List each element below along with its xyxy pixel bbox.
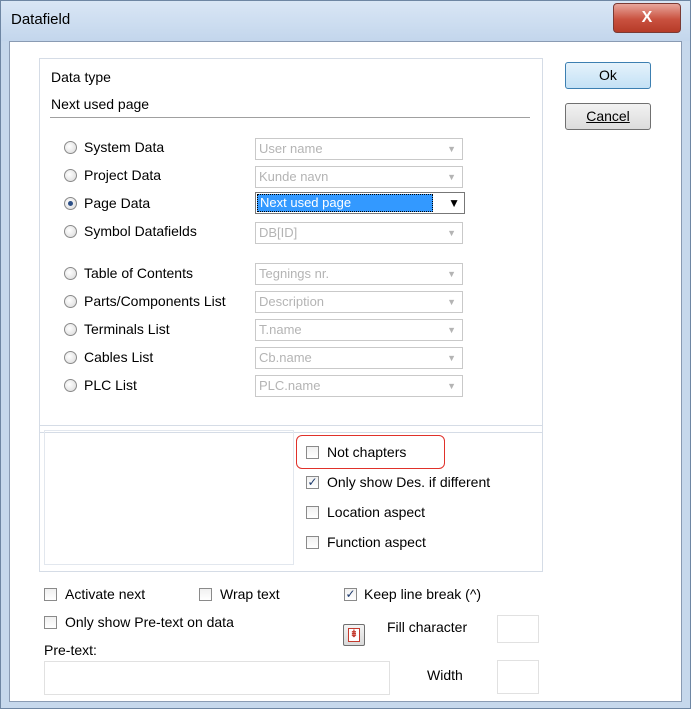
width-field[interactable] [497,660,539,694]
not-chapters-checkbox[interactable] [306,446,319,459]
terminals-list-combo-value: T.name [259,322,302,337]
system-data-combo-value: User name [259,141,323,156]
activate-next-checkbox[interactable] [44,588,57,601]
chevron-down-icon: ▼ [447,269,456,279]
radio-terminals-list[interactable] [64,323,77,336]
radio-plc-list[interactable] [64,379,77,392]
plc-list-combo-value: PLC.name [259,378,321,393]
wrap-text-label: Wrap text [220,586,280,602]
cables-list-combo-value: Cb.name [259,350,312,365]
radio-symbol-datafields-label: Symbol Datafields [84,223,197,239]
radio-page-data-label: Page Data [84,195,151,211]
activate-next-label: Activate next [65,586,146,602]
fill-character-icon: ⇟ [348,628,360,642]
dialog-body: Ok Cancel Data type Next used page Syste… [9,41,682,702]
radio-plc-list-label: PLC List [84,377,137,393]
radio-parts-components-list[interactable] [64,295,77,308]
page-data-combo[interactable]: Next used page ▼ [255,192,465,214]
fill-character-label: Fill character [387,619,468,635]
radio-terminals-list-label: Terminals List [84,321,170,337]
radio-project-data-label: Project Data [84,167,162,183]
width-label: Width [427,667,463,683]
keep-line-break-label: Keep line break (^) [364,586,482,602]
close-icon: X [641,9,653,26]
chevron-down-icon: ▼ [447,228,456,238]
only-show-des-label: Only show Des. if different [327,474,491,490]
function-aspect-checkbox[interactable] [306,536,319,549]
plc-list-combo[interactable]: PLC.name ▼ [255,375,463,397]
project-data-combo[interactable]: Kunde navn ▼ [255,166,463,188]
options-empty-panel [44,430,294,565]
radio-table-of-contents-label: Table of Contents [84,265,193,281]
table-of-contents-combo[interactable]: Tegnings nr. ▼ [255,263,463,285]
close-button[interactable]: X [613,3,681,33]
page-data-combo-value: Next used page [257,194,433,212]
only-show-pretext-checkbox[interactable] [44,616,57,629]
system-data-combo[interactable]: User name ▼ [255,138,463,160]
pre-text-field[interactable] [44,661,390,695]
data-type-value: Next used page [51,96,150,112]
parts-components-combo-value: Description [259,294,325,309]
fill-character-button[interactable]: ⇟ [343,624,365,646]
parts-components-combo[interactable]: Description ▼ [255,291,463,313]
terminals-list-combo[interactable]: T.name ▼ [255,319,463,341]
function-aspect-label: Function aspect [327,534,426,550]
location-aspect-checkbox[interactable] [306,506,319,519]
radio-cables-list-label: Cables List [84,349,154,365]
chevron-down-icon: ▼ [447,297,456,307]
radio-symbol-datafields[interactable] [64,225,77,238]
wrap-text-checkbox[interactable] [199,588,212,601]
location-aspect-label: Location aspect [327,504,426,520]
symbol-datafields-combo[interactable]: DB[ID] ▼ [255,222,463,244]
ok-button[interactable]: Ok [565,62,651,89]
chevron-down-icon: ▼ [447,353,456,363]
title-bar: Datafield X [1,1,690,41]
data-type-label: Data type [51,69,111,85]
radio-cables-list[interactable] [64,351,77,364]
project-data-combo-value: Kunde navn [259,169,329,184]
radio-parts-components-list-label: Parts/Components List [84,293,226,309]
chevron-down-icon: ▼ [447,172,456,182]
cables-list-combo[interactable]: Cb.name ▼ [255,347,463,369]
chevron-down-icon: ▼ [448,196,460,210]
radio-system-data-label: System Data [84,139,165,155]
not-chapters-label: Not chapters [327,444,407,460]
radio-page-data[interactable] [64,197,77,210]
symbol-datafields-combo-value: DB[ID] [259,225,298,240]
cancel-button-label: Cancel [586,108,630,124]
cancel-button[interactable]: Cancel [565,103,651,130]
datafield-dialog: Datafield X Ok Cancel Data type Next use… [0,0,691,709]
data-type-divider [50,117,530,118]
radio-system-data[interactable] [64,141,77,154]
chevron-down-icon: ▼ [447,381,456,391]
only-show-des-checkbox[interactable]: ✓ [306,476,319,489]
window-title: Datafield [11,11,71,28]
pre-text-label: Pre-text: [44,642,97,658]
check-icon: ✓ [307,475,318,489]
chevron-down-icon: ▼ [447,325,456,335]
table-of-contents-combo-value: Tegnings nr. [259,266,330,281]
keep-line-break-checkbox[interactable]: ✓ [344,588,357,601]
chevron-down-icon: ▼ [447,144,456,154]
radio-table-of-contents[interactable] [64,267,77,280]
check-icon: ✓ [345,587,356,601]
only-show-pretext-label: Only show Pre-text on data [65,614,234,630]
radio-project-data[interactable] [64,169,77,182]
fill-character-field[interactable] [497,615,539,643]
